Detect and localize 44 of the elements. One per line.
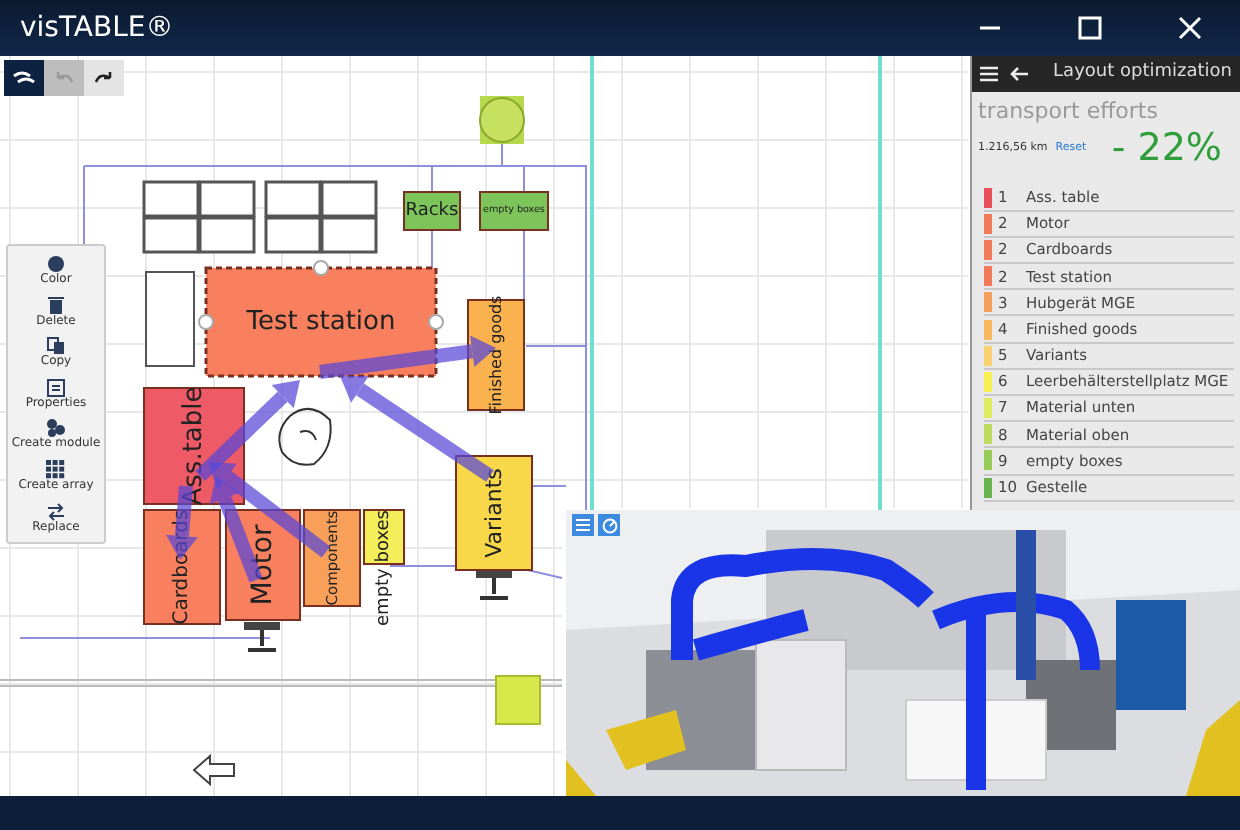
- swap-icon: [46, 501, 66, 522]
- section-heading: transport efforts: [976, 96, 1160, 128]
- station-label: empty boxes: [374, 510, 394, 626]
- station-block[interactable]: [204, 266, 438, 378]
- station-label: Test station: [246, 307, 396, 337]
- wave-icon: [12, 70, 36, 86]
- window-title: visTABLE®: [20, 9, 174, 47]
- grid-icon: [46, 459, 66, 480]
- station-label: Ass.table: [179, 386, 209, 506]
- redo-icon: [92, 70, 116, 86]
- trash-icon: [46, 295, 66, 316]
- hand-sketch-icon: [278, 407, 332, 466]
- station-label: Motor: [247, 524, 279, 606]
- station-block[interactable]: [403, 191, 461, 231]
- station-block[interactable]: [143, 509, 221, 625]
- arrow-left-icon[interactable]: [192, 753, 235, 787]
- station-block[interactable]: [455, 455, 533, 571]
- station-block[interactable]: [303, 509, 361, 607]
- gauge-icon[interactable]: [598, 514, 620, 536]
- resize-handle[interactable]: [428, 314, 444, 330]
- redo-button[interactable]: [84, 60, 124, 96]
- node-drawing: [479, 96, 525, 144]
- resize-handle[interactable]: [198, 314, 214, 330]
- panel-title: Layout optimization: [1053, 60, 1232, 87]
- palette-icon: [46, 254, 66, 274]
- station-label: Racks: [405, 201, 459, 221]
- menu-icon[interactable]: [980, 63, 998, 85]
- copy-icon: [46, 336, 66, 357]
- back-icon[interactable]: [1010, 63, 1028, 85]
- view-button[interactable]: [4, 60, 44, 96]
- station-label: Finished goods: [487, 295, 505, 415]
- list-icon: [46, 377, 66, 398]
- station-label: Variants: [481, 468, 507, 558]
- station-block[interactable]: [363, 509, 405, 565]
- rack-drawing: [264, 180, 378, 254]
- station-block[interactable]: [467, 299, 525, 411]
- saving-percentage: - 22%: [1111, 129, 1224, 167]
- station-label: Cardboards: [171, 509, 193, 625]
- table-outline: [145, 271, 195, 367]
- undo-icon: [52, 70, 76, 86]
- shapes-icon: [46, 418, 66, 439]
- resize-handle[interactable]: [313, 260, 329, 276]
- node-drawing: [495, 675, 541, 725]
- rack-drawing: [142, 180, 256, 254]
